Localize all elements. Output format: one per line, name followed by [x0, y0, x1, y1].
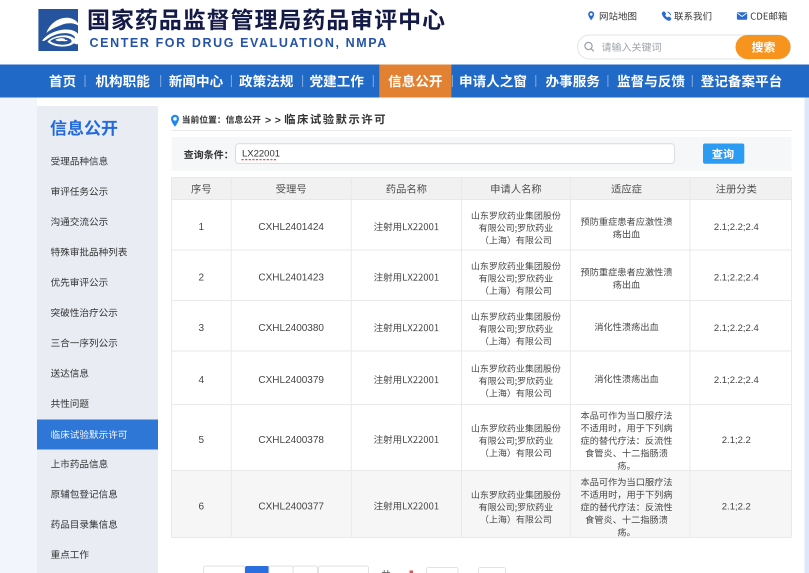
svg-text:4: 4 — [199, 375, 205, 386]
svg-text:2.1;2.2: 2.1;2.2 — [722, 435, 751, 446]
svg-text:CXHL2400378: CXHL2400378 — [258, 435, 324, 446]
svg-text:CXHL2400380: CXHL2400380 — [258, 323, 324, 334]
svg-text:1: 1 — [199, 222, 205, 233]
svg-text:2: 2 — [199, 273, 205, 284]
svg-text:CENTER FOR DRUG EVALUATION, NM: CENTER FOR DRUG EVALUATION, NMPA — [90, 36, 388, 50]
svg-text:CXHL2400379: CXHL2400379 — [258, 375, 324, 386]
svg-text:CXHL2401424: CXHL2401424 — [258, 222, 324, 233]
svg-text:2.1;2.2: 2.1;2.2 — [722, 501, 751, 512]
svg-text:2.1;2.2;2.4: 2.1;2.2;2.4 — [714, 222, 759, 233]
svg-text:6: 6 — [199, 501, 205, 512]
svg-text:>: > — [265, 115, 271, 127]
svg-text:2.1;2.2;2.4: 2.1;2.2;2.4 — [714, 273, 759, 284]
svg-text:LX22001: LX22001 — [242, 149, 280, 160]
svg-text:2.1;2.2;2.4: 2.1;2.2;2.4 — [714, 375, 759, 386]
svg-text:CXHL2401423: CXHL2401423 — [258, 273, 324, 284]
svg-text:CXHL2400377: CXHL2400377 — [258, 501, 324, 512]
svg-text:5: 5 — [199, 435, 205, 446]
svg-text:>: > — [275, 115, 281, 127]
svg-text:2.1;2.2;2.4: 2.1;2.2;2.4 — [714, 323, 759, 334]
svg-text:3: 3 — [199, 323, 205, 334]
